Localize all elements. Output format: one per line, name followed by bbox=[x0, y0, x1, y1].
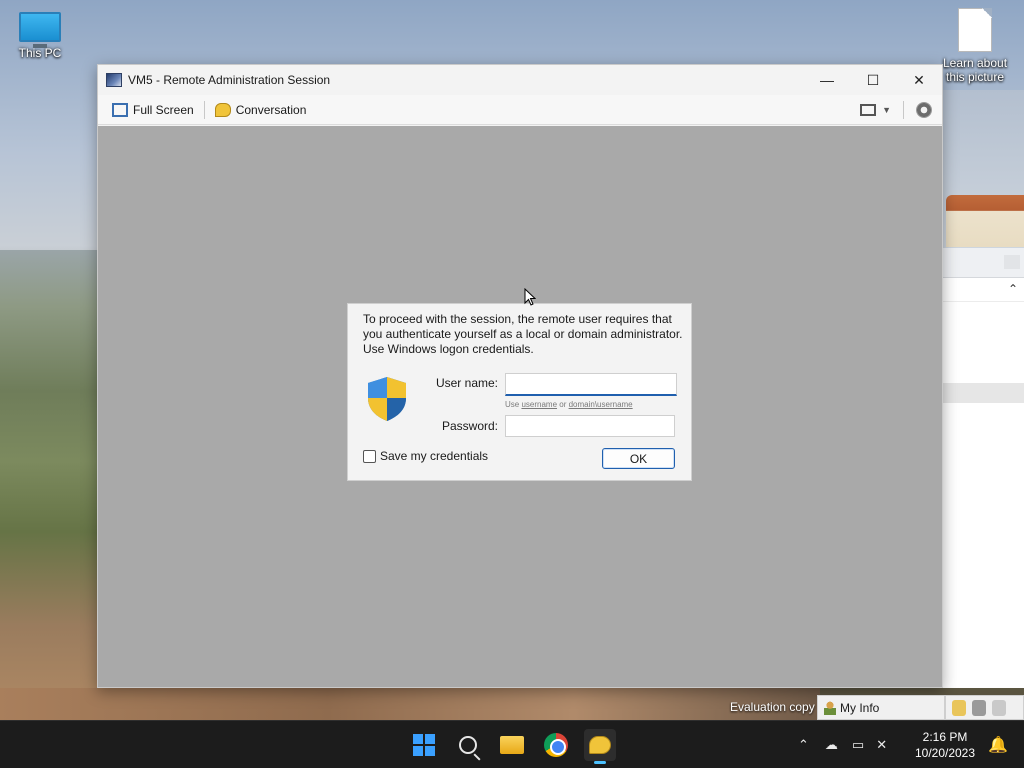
full-screen-button[interactable]: Full Screen bbox=[108, 101, 198, 119]
taskbar: ⌃ ☁ ▭ ✕ 2:16 PM 10/20/2023 🔔 bbox=[0, 720, 1024, 768]
chrome-icon bbox=[544, 733, 568, 757]
settings-icon[interactable] bbox=[916, 101, 932, 118]
password-field[interactable] bbox=[505, 415, 675, 437]
minimize-button[interactable]: — bbox=[804, 65, 850, 95]
conversation-taskbar-button[interactable] bbox=[584, 729, 616, 764]
full-screen-icon bbox=[112, 102, 128, 117]
dialog-message: To proceed with the session, the remote … bbox=[363, 312, 683, 356]
uac-shield-icon bbox=[368, 377, 406, 421]
username-label: User name: bbox=[435, 376, 498, 390]
maximize-icon: ☐ bbox=[866, 71, 880, 88]
user-online-icon[interactable] bbox=[952, 699, 966, 716]
save-credentials-row[interactable]: Save my credentials bbox=[363, 449, 488, 463]
desktop-icon-learn-picture[interactable]: Learn about this picture bbox=[935, 8, 1015, 84]
username-hint: Use username or domain\username bbox=[505, 400, 633, 409]
network-icon[interactable]: ▭ bbox=[852, 737, 864, 753]
wallpaper-left bbox=[0, 250, 100, 720]
chevron-up-icon[interactable]: ⌃ bbox=[798, 737, 809, 753]
desktop-icon-label: Learn about this picture bbox=[942, 56, 1008, 84]
clock-time: 2:16 PM bbox=[922, 730, 968, 744]
status-tray bbox=[945, 695, 1024, 720]
document-icon bbox=[958, 8, 992, 52]
person-icon bbox=[824, 700, 836, 715]
remote-admin-icon bbox=[106, 73, 122, 87]
ok-button[interactable]: OK bbox=[602, 448, 675, 469]
toolbar-divider bbox=[903, 100, 904, 119]
system-tray: ⌃ ☁ ▭ ✕ bbox=[798, 721, 887, 768]
mouse-cursor-icon bbox=[524, 288, 536, 306]
file-explorer-button[interactable] bbox=[496, 729, 528, 761]
search-icon bbox=[459, 736, 477, 754]
background-window[interactable]: ⌃ bbox=[942, 248, 1024, 688]
background-window-selection bbox=[942, 383, 1024, 403]
chrome-button[interactable] bbox=[540, 729, 572, 761]
save-credentials-label[interactable]: Save my credentials bbox=[380, 449, 488, 463]
chevron-down-icon[interactable]: ▼ bbox=[882, 105, 891, 115]
volume-muted-icon[interactable]: ✕ bbox=[876, 737, 887, 753]
start-button[interactable] bbox=[408, 729, 440, 761]
minimize-icon: — bbox=[820, 72, 834, 88]
display-icon[interactable] bbox=[860, 103, 877, 116]
close-icon[interactable] bbox=[1004, 255, 1020, 269]
wallpaper-building bbox=[946, 195, 1024, 247]
conversation-icon bbox=[214, 102, 231, 117]
save-credentials-checkbox[interactable] bbox=[363, 449, 376, 463]
background-window-row: ⌃ bbox=[942, 278, 1024, 302]
conversation-label: Conversation bbox=[235, 102, 307, 117]
clock-date: 10/20/2023 bbox=[914, 746, 976, 760]
clock[interactable]: 2:16 PM 10/20/2023 bbox=[910, 729, 980, 761]
user-offline-icon[interactable] bbox=[992, 699, 1006, 716]
my-info-button[interactable]: My Info bbox=[817, 695, 945, 720]
authentication-dialog: To proceed with the session, the remote … bbox=[347, 303, 692, 481]
session-toolbar: Full Screen Conversation ▼ bbox=[98, 95, 942, 125]
search-button[interactable] bbox=[452, 729, 484, 761]
background-window-header bbox=[942, 248, 1024, 278]
windows-logo-icon bbox=[413, 734, 435, 756]
notification-bell-icon[interactable]: 🔔 bbox=[988, 735, 1008, 754]
conversation-button[interactable]: Conversation bbox=[211, 101, 311, 119]
window-title: VM5 - Remote Administration Session bbox=[128, 73, 331, 87]
cloud-icon[interactable]: ☁ bbox=[825, 737, 838, 753]
my-info-label: My Info bbox=[840, 700, 880, 715]
desktop-icon-this-pc[interactable]: This PC bbox=[0, 12, 80, 60]
password-label: Password: bbox=[441, 419, 498, 433]
close-icon: ✕ bbox=[913, 71, 925, 88]
wallpaper-bottom bbox=[0, 688, 820, 720]
toolbar-divider bbox=[203, 100, 205, 119]
chevron-up-icon[interactable]: ⌃ bbox=[1008, 282, 1018, 296]
close-button[interactable]: ✕ bbox=[896, 65, 942, 95]
desktop-icon-label: This PC bbox=[18, 46, 62, 60]
evaluation-text: Evaluation copy bbox=[730, 700, 815, 714]
username-field[interactable] bbox=[505, 373, 677, 396]
title-bar[interactable]: VM5 - Remote Administration Session — ☐ … bbox=[98, 65, 942, 95]
computer-icon bbox=[19, 12, 61, 48]
user-away-icon[interactable] bbox=[972, 699, 986, 716]
maximize-button[interactable]: ☐ bbox=[850, 65, 896, 95]
full-screen-label: Full Screen bbox=[133, 102, 194, 117]
folder-icon bbox=[500, 736, 524, 754]
conversation-icon bbox=[589, 736, 611, 754]
